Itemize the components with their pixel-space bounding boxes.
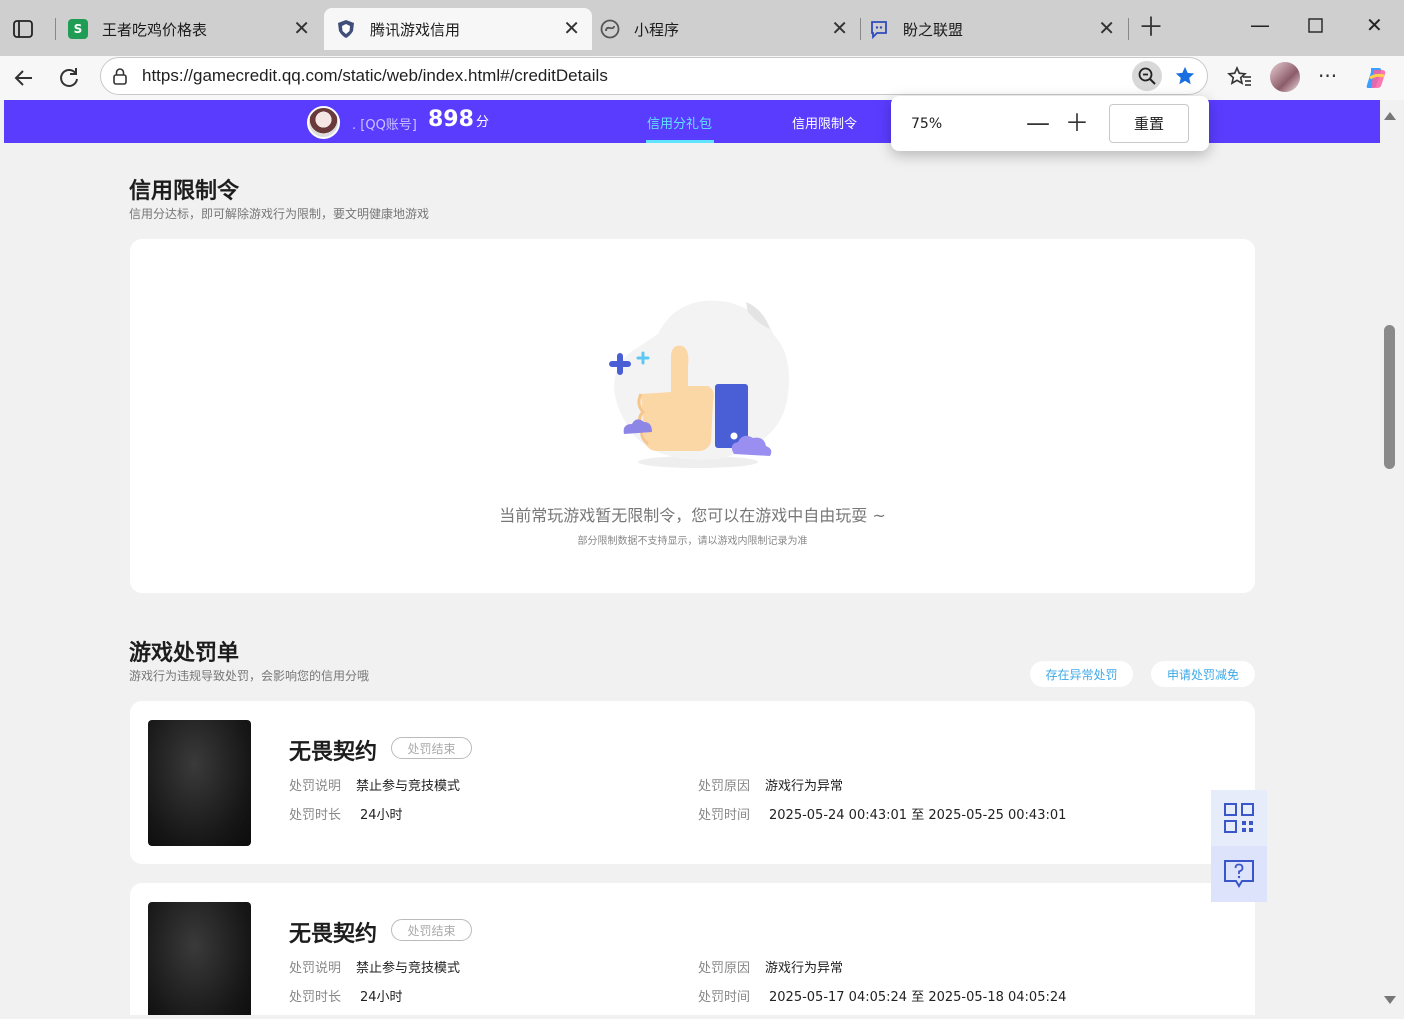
help-button[interactable] bbox=[1211, 846, 1267, 902]
game-name: 无畏契约 bbox=[289, 922, 378, 947]
close-icon[interactable]: ✕ bbox=[1098, 18, 1115, 38]
abnormal-penalty-button[interactable]: 存在异常处罚 bbox=[1030, 661, 1133, 687]
reason-value: 游戏行为异常 bbox=[765, 779, 844, 794]
credit-score-value: 898 bbox=[428, 107, 474, 132]
zoom-popup: 75% — ＋ 重置 bbox=[891, 96, 1209, 151]
miniprogram-icon bbox=[600, 19, 620, 39]
tab-miniprogram[interactable]: 小程序 ✕ bbox=[592, 8, 860, 50]
time-value: 2025-05-17 04:05:24 至 2025-05-18 04:05:2… bbox=[769, 990, 1067, 1005]
tab-credit[interactable]: 腾讯游戏信用 ✕ bbox=[324, 8, 592, 50]
penalty-title: 游戏处罚单 bbox=[129, 641, 240, 666]
empty-note: 部分限制数据不支持显示，请以游戏内限制记录为准 bbox=[577, 536, 808, 547]
copilot-icon[interactable] bbox=[1362, 64, 1390, 92]
sheets-icon: S bbox=[68, 19, 88, 39]
reason-label: 处罚原因 bbox=[698, 779, 751, 794]
tab-title: 腾讯游戏信用 bbox=[370, 20, 461, 39]
duration-value: 24小时 bbox=[360, 990, 403, 1005]
floating-tools bbox=[1211, 790, 1267, 902]
zoom-out-button[interactable]: — bbox=[1023, 108, 1053, 138]
time-value: 2025-05-24 00:43:01 至 2025-05-25 00:43:0… bbox=[769, 808, 1067, 823]
user-avatar[interactable] bbox=[307, 106, 340, 139]
close-window-button[interactable]: ✕ bbox=[1366, 12, 1383, 38]
credit-score-unit: 分 bbox=[475, 115, 489, 130]
lock-icon[interactable] bbox=[111, 67, 129, 85]
restriction-subtitle: 信用分达标，即可解除游戏行为限制，要文明健康地游戏 bbox=[129, 207, 430, 221]
back-icon[interactable] bbox=[10, 64, 38, 92]
penalty-subtitle: 游戏行为违规导致处罚，会影响您的信用分哦 bbox=[129, 669, 370, 683]
tab-title: 王者吃鸡价格表 bbox=[102, 20, 208, 39]
reason-label: 处罚原因 bbox=[698, 961, 751, 976]
shield-icon bbox=[338, 20, 354, 38]
zoom-percent: 75% bbox=[911, 116, 943, 132]
nav-gift-pack[interactable]: 信用分礼包 bbox=[647, 113, 712, 132]
desc-label: 处罚说明 bbox=[289, 779, 342, 794]
desc-value: 禁止参与竞技模式 bbox=[356, 961, 461, 976]
duration-label: 处罚时长 bbox=[289, 808, 342, 823]
empty-message: 当前常玩游戏暂无限制令，您可以在游戏中自由玩耍 ~ bbox=[499, 506, 886, 525]
new-tab-button[interactable]: ＋ bbox=[1138, 14, 1164, 42]
tab-title: 盼之联盟 bbox=[903, 20, 964, 39]
address-bar[interactable]: https://gamecredit.qq.com/static/web/ind… bbox=[100, 57, 1208, 95]
game-name: 无畏契约 bbox=[289, 740, 378, 765]
close-icon[interactable]: ✕ bbox=[831, 18, 848, 38]
tab-panzhi[interactable]: 盼之联盟 ✕ bbox=[861, 8, 1127, 50]
close-icon[interactable]: ✕ bbox=[293, 18, 310, 38]
credit-score: 898 分 bbox=[428, 107, 489, 132]
minimize-button[interactable]: — bbox=[1250, 12, 1270, 38]
qrcode-icon bbox=[1224, 803, 1254, 833]
duration-label: 处罚时长 bbox=[289, 990, 342, 1005]
tab-actions-icon[interactable] bbox=[10, 16, 36, 42]
game-thumbnail bbox=[148, 720, 251, 846]
zoom-in-button[interactable]: ＋ bbox=[1062, 108, 1092, 138]
desc-label: 处罚说明 bbox=[289, 961, 342, 976]
tab-sheet[interactable]: S 王者吃鸡价格表 ✕ bbox=[56, 8, 322, 50]
favorite-star-icon[interactable] bbox=[1174, 65, 1196, 87]
page-scrollbar[interactable] bbox=[1380, 100, 1400, 1015]
tab-title: 小程序 bbox=[634, 20, 680, 39]
scroll-thumb[interactable] bbox=[1384, 325, 1395, 469]
chat-icon bbox=[871, 21, 887, 39]
maximize-button[interactable] bbox=[1308, 14, 1324, 40]
time-label: 处罚时间 bbox=[698, 808, 751, 823]
status-badge: 处罚结束 bbox=[391, 737, 472, 759]
browser-toolbar: https://gamecredit.qq.com/static/web/ind… bbox=[0, 56, 1404, 100]
nav-restriction[interactable]: 信用限制令 bbox=[792, 113, 857, 132]
time-label: 处罚时间 bbox=[698, 990, 751, 1005]
restriction-empty-card: 当前常玩游戏暂无限制令，您可以在游戏中自由玩耍 ~ 部分限制数据不支持显示，请以… bbox=[130, 239, 1255, 593]
status-badge: 处罚结束 bbox=[391, 919, 472, 941]
penalty-card[interactable]: 无畏契约 处罚结束 处罚说明 禁止参与竞技模式 处罚时长 24小时 处罚原因 游… bbox=[130, 701, 1255, 864]
close-icon[interactable]: ✕ bbox=[563, 18, 580, 38]
favorites-icon[interactable] bbox=[1226, 64, 1254, 92]
penalty-card[interactable]: 无畏契约 处罚结束 处罚说明 禁止参与竞技模式 处罚时长 24小时 处罚原因 游… bbox=[130, 883, 1255, 1015]
more-menu-icon[interactable]: ··· bbox=[1318, 64, 1346, 92]
account-label: . [QQ账号] bbox=[352, 118, 417, 133]
desc-value: 禁止参与竞技模式 bbox=[356, 779, 461, 794]
scroll-up-icon[interactable] bbox=[1384, 112, 1396, 120]
tab-separator bbox=[1128, 18, 1129, 40]
reason-value: 游戏行为异常 bbox=[765, 961, 844, 976]
zoom-reset-button[interactable]: 重置 bbox=[1109, 104, 1189, 143]
url-text: https://gamecredit.qq.com/static/web/ind… bbox=[142, 66, 608, 85]
zoom-indicator-icon[interactable] bbox=[1132, 61, 1162, 91]
nav-active-underline bbox=[646, 140, 714, 143]
scroll-down-icon[interactable] bbox=[1384, 996, 1396, 1004]
appeal-penalty-button[interactable]: 申请处罚减免 bbox=[1151, 661, 1255, 687]
help-chat-icon bbox=[1224, 860, 1254, 888]
thumbs-up-illustration bbox=[609, 300, 789, 468]
profile-avatar[interactable] bbox=[1270, 62, 1300, 92]
restriction-title: 信用限制令 bbox=[129, 179, 240, 204]
qrcode-button[interactable] bbox=[1211, 790, 1267, 846]
game-thumbnail bbox=[148, 902, 251, 1015]
refresh-icon[interactable] bbox=[55, 64, 83, 92]
maximize-icon bbox=[1308, 18, 1323, 33]
duration-value: 24小时 bbox=[360, 808, 403, 823]
web-page: . [QQ账号] 898 分 信用分礼包 信用限制令 信用限制令 信用分达标，即可… bbox=[4, 100, 1380, 1015]
tab-bar: S 王者吃鸡价格表 ✕ 腾讯游戏信用 ✕ 小程序 ✕ 盼之联盟 ✕ ＋ — ✕ bbox=[0, 0, 1404, 56]
